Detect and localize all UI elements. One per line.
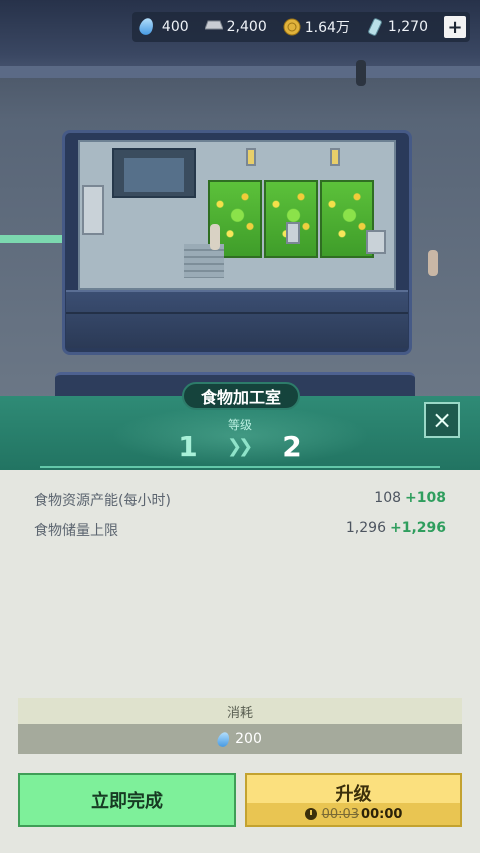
upgrade-button[interactable]: 升级 00:03 00:00 [245, 773, 462, 827]
resource-energy: 1,270 [366, 18, 428, 36]
sprinkler-2 [330, 148, 340, 166]
grade-label: 等级 [227, 418, 252, 432]
stat-label: 食物储量上限 [34, 523, 118, 539]
resource-gold: 1.64万 [283, 17, 350, 37]
stat-value: 1,296 [345, 520, 386, 536]
cost-value: 200 [235, 731, 262, 747]
cost-header: 消耗 [18, 698, 462, 724]
clock-icon [304, 808, 317, 820]
upgrade-time-bar: 00:03 00:00 [247, 803, 460, 825]
energy-cell-icon [366, 18, 384, 36]
resource-metal-value: 2,400 [226, 19, 267, 35]
water-drop-icon [137, 16, 158, 37]
game-scene[interactable] [0, 0, 480, 400]
control-pillar [286, 222, 300, 244]
stat-increase: +108 [405, 490, 446, 506]
stat-increase: +1,296 [389, 520, 446, 536]
upgrade-panel: 等级 1 ❯❯ 2 × 食物加工室 食物资源产能(每小时) 108 +108 食物… [0, 382, 480, 853]
stat-label: 食物资源产能(每小时) [34, 493, 171, 509]
worker-character-3[interactable] [356, 60, 366, 86]
room-base-line [66, 312, 408, 314]
resource-gold-value: 1.64万 [304, 20, 350, 36]
worker-character-2[interactable] [428, 250, 438, 276]
cost-box: 200 [18, 724, 462, 754]
room-door-panel [124, 158, 184, 192]
stat-row-capacity: 食物储量上限 1,296 +1,296 [34, 520, 446, 540]
stat-value: 108 [374, 490, 402, 506]
sprinkler-1 [246, 148, 256, 166]
add-resource-button[interactable]: + [444, 16, 466, 38]
original-time: 00:03 [321, 806, 360, 822]
next-level: 2 [282, 430, 302, 463]
room-machine-left [82, 185, 104, 235]
metal-ingot-icon [203, 18, 224, 36]
resource-water-value: 400 [161, 19, 189, 35]
resource-energy-value: 1,270 [387, 19, 428, 35]
gold-coin-icon [283, 18, 301, 36]
reduced-time: 00:00 [361, 806, 403, 822]
water-drop-icon [215, 730, 232, 748]
header-divider [40, 466, 440, 468]
close-button[interactable]: × [424, 402, 460, 438]
current-level: 1 [178, 430, 198, 463]
resource-metal: 2,400 [203, 18, 267, 36]
close-icon: × [431, 406, 453, 434]
level-arrow-icon: ❯❯ [227, 436, 253, 457]
wall-stripe [0, 66, 480, 78]
room-base [66, 290, 408, 348]
instant-finish-label: 立即完成 [91, 791, 163, 812]
worker-character-1[interactable] [210, 224, 220, 250]
room-machine-right [366, 230, 386, 254]
resource-bar: 400 2,400 1.64万 1,270 + [131, 12, 470, 42]
instant-finish-button[interactable]: 立即完成 [18, 773, 236, 827]
stat-row-production: 食物资源产能(每小时) 108 +108 [34, 490, 446, 510]
resource-water: 400 [137, 16, 189, 37]
green-pipe [0, 235, 70, 243]
panel-title: 食物加工室 [182, 382, 300, 410]
garden-bed-2 [264, 180, 318, 258]
